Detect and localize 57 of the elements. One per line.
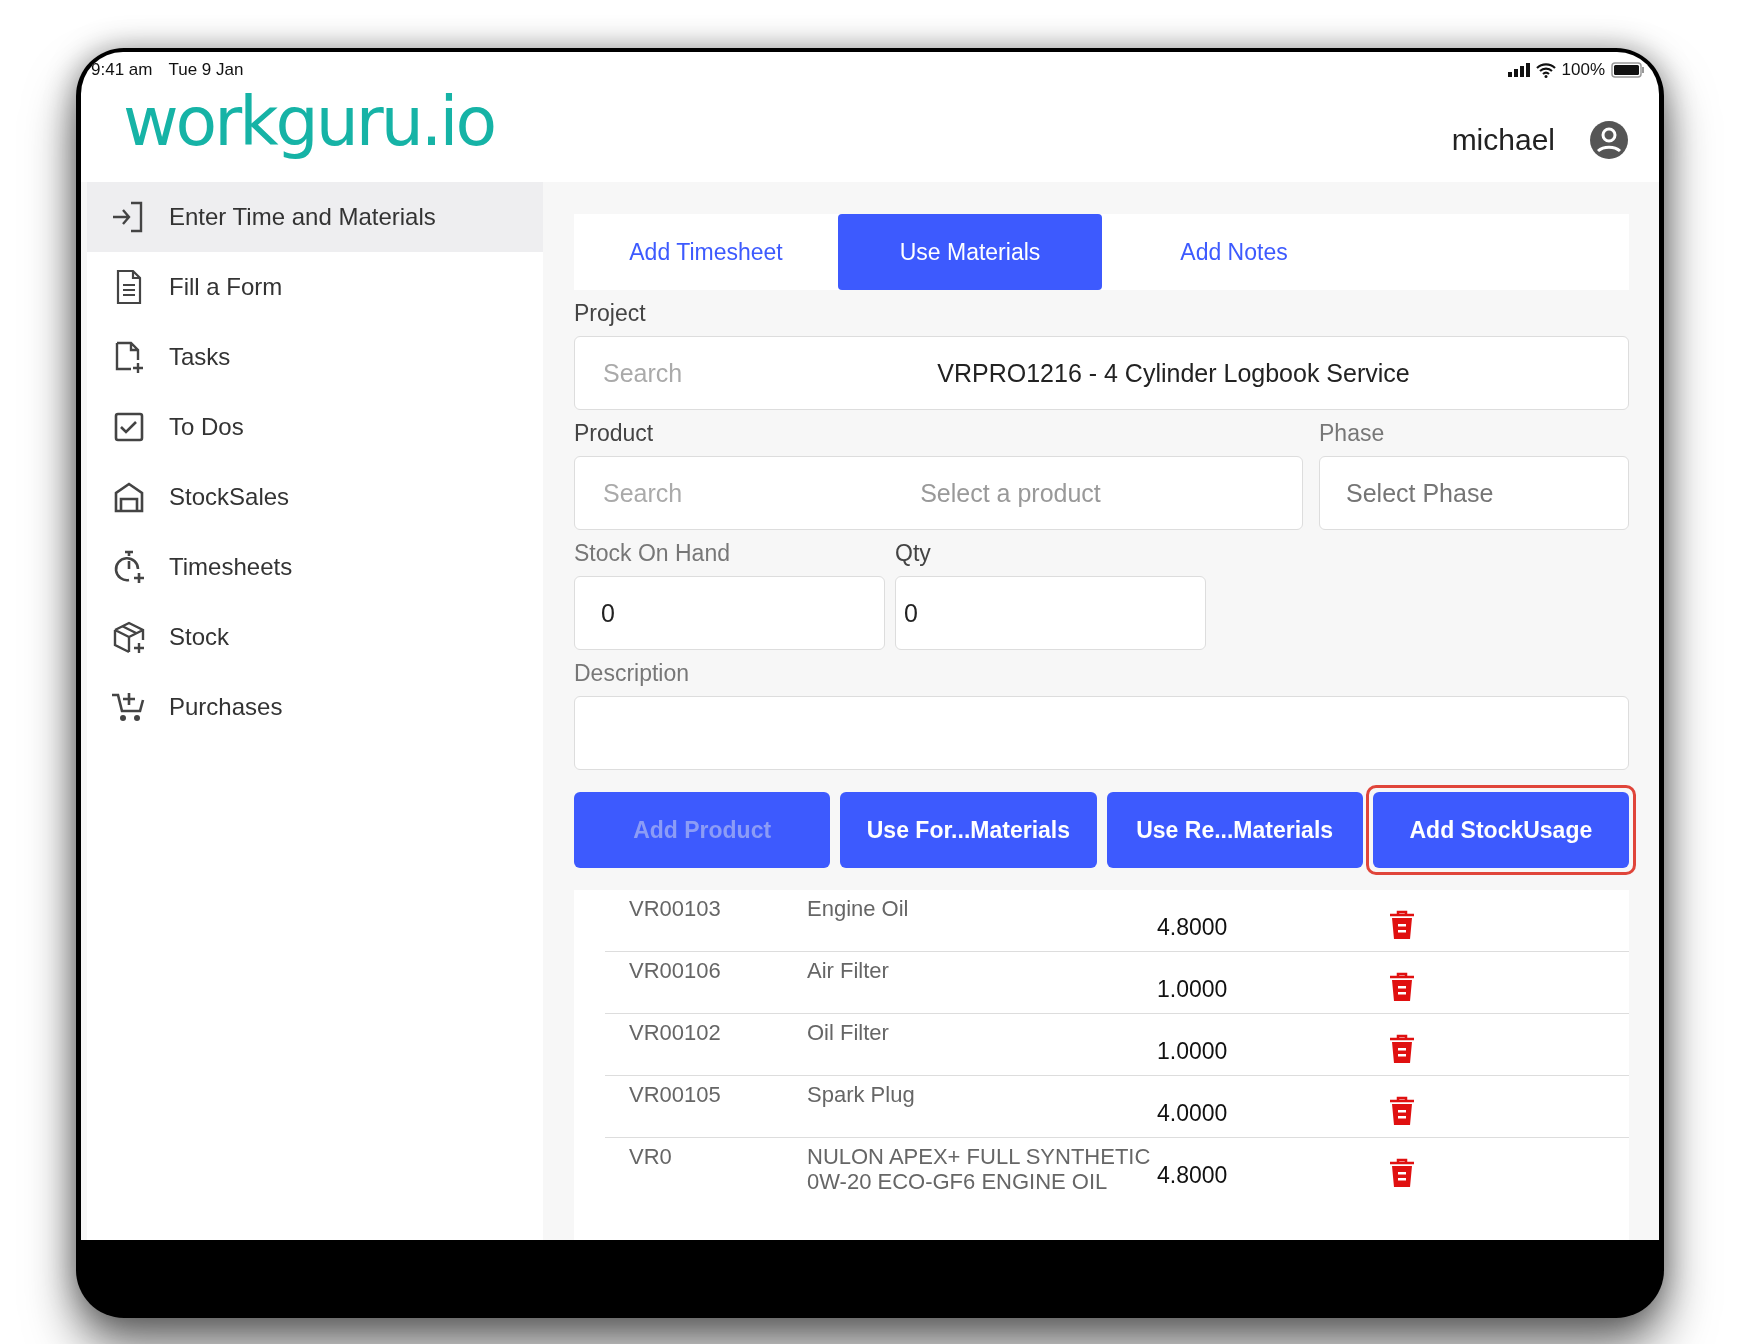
sidebar-item[interactable]: Stock: [87, 602, 543, 672]
field-label: Product: [574, 418, 655, 448]
sidebar-item[interactable]: Fill a Form: [87, 252, 543, 322]
trash-icon[interactable]: [1389, 910, 1415, 940]
battery-icon: [1611, 62, 1645, 78]
phase-field[interactable]: Select Phase: [1319, 456, 1629, 530]
product-prompt: Select a product: [919, 478, 1102, 508]
field-label: Phase: [1319, 418, 1386, 448]
sidebar-item[interactable]: Purchases: [87, 672, 543, 742]
product-name: Engine Oil: [807, 896, 910, 921]
sidebar-item[interactable]: To Dos: [87, 392, 543, 462]
wifi-icon: [1535, 62, 1556, 78]
search-input[interactable]: Search: [601, 477, 745, 509]
field-label: Project: [574, 298, 647, 328]
qty-field[interactable]: 0: [895, 576, 1206, 650]
field-label: Qty: [895, 538, 932, 568]
search-input[interactable]: Search: [601, 357, 745, 389]
product-code: VR00102: [629, 1020, 722, 1045]
quantity: 4.8000: [1157, 913, 1229, 941]
sidebar-item[interactable]: Enter Time and Materials: [87, 182, 543, 252]
sidebar-item[interactable]: StockSales: [87, 462, 543, 532]
quantity: 4.8000: [1157, 1161, 1229, 1189]
avatar-icon[interactable]: [1589, 120, 1629, 160]
product-code: VR0: [629, 1144, 673, 1169]
trash-icon[interactable]: [1389, 1158, 1415, 1188]
product-name: Spark Plug: [807, 1082, 916, 1107]
product-name: NULON APEX+ FULL SYNTHETIC 0W-20 ECO-GF6 ENGINE OIL: [807, 1144, 1152, 1194]
stock-on-hand-field[interactable]: 0: [574, 576, 885, 650]
action-button[interactable]: Use Re...Materials: [1106, 792, 1363, 868]
user-name: michael: [1451, 123, 1555, 157]
action-button[interactable]: Use For...Materials: [840, 792, 1097, 868]
status-time: 9:41 am: [91, 60, 153, 80]
quantity: 1.0000: [1157, 1037, 1229, 1065]
trash-icon[interactable]: [1389, 1034, 1415, 1064]
trash-icon[interactable]: [1389, 972, 1415, 1002]
tab[interactable]: Use Materials: [838, 214, 1102, 290]
product-code: VR00106: [629, 958, 722, 983]
project-value: VRPRO1216 - 4 Cylinder Logbook Service: [936, 358, 1411, 388]
trash-icon[interactable]: [1389, 1096, 1415, 1126]
sidebar-item[interactable]: Timesheets: [87, 532, 543, 602]
product-name: Oil Filter: [807, 1020, 890, 1045]
project-field[interactable]: Search VRPRO1216 - 4 Cylinder Logbook Service: [574, 336, 1629, 410]
field-label: Stock On Hand: [574, 538, 731, 568]
quantity: 4.0000: [1157, 1099, 1229, 1127]
description-field[interactable]: [574, 696, 1629, 770]
field-label: Description: [574, 658, 691, 688]
quantity: 1.0000: [1157, 975, 1229, 1003]
product-name: Air Filter: [807, 958, 890, 983]
battery-percent: 100%: [1561, 60, 1605, 80]
product-code: VR00105: [629, 1082, 722, 1107]
status-date: Tue 9 Jan: [168, 60, 244, 80]
product-code: VR00103: [629, 896, 722, 921]
action-button[interactable]: Add StockUsage: [1372, 792, 1629, 868]
tab[interactable]: Add Timesheet: [574, 214, 838, 290]
sidebar-item[interactable]: Tasks: [87, 322, 543, 392]
tab[interactable]: Add Notes: [1102, 214, 1366, 290]
signal-icon: [1507, 63, 1530, 77]
